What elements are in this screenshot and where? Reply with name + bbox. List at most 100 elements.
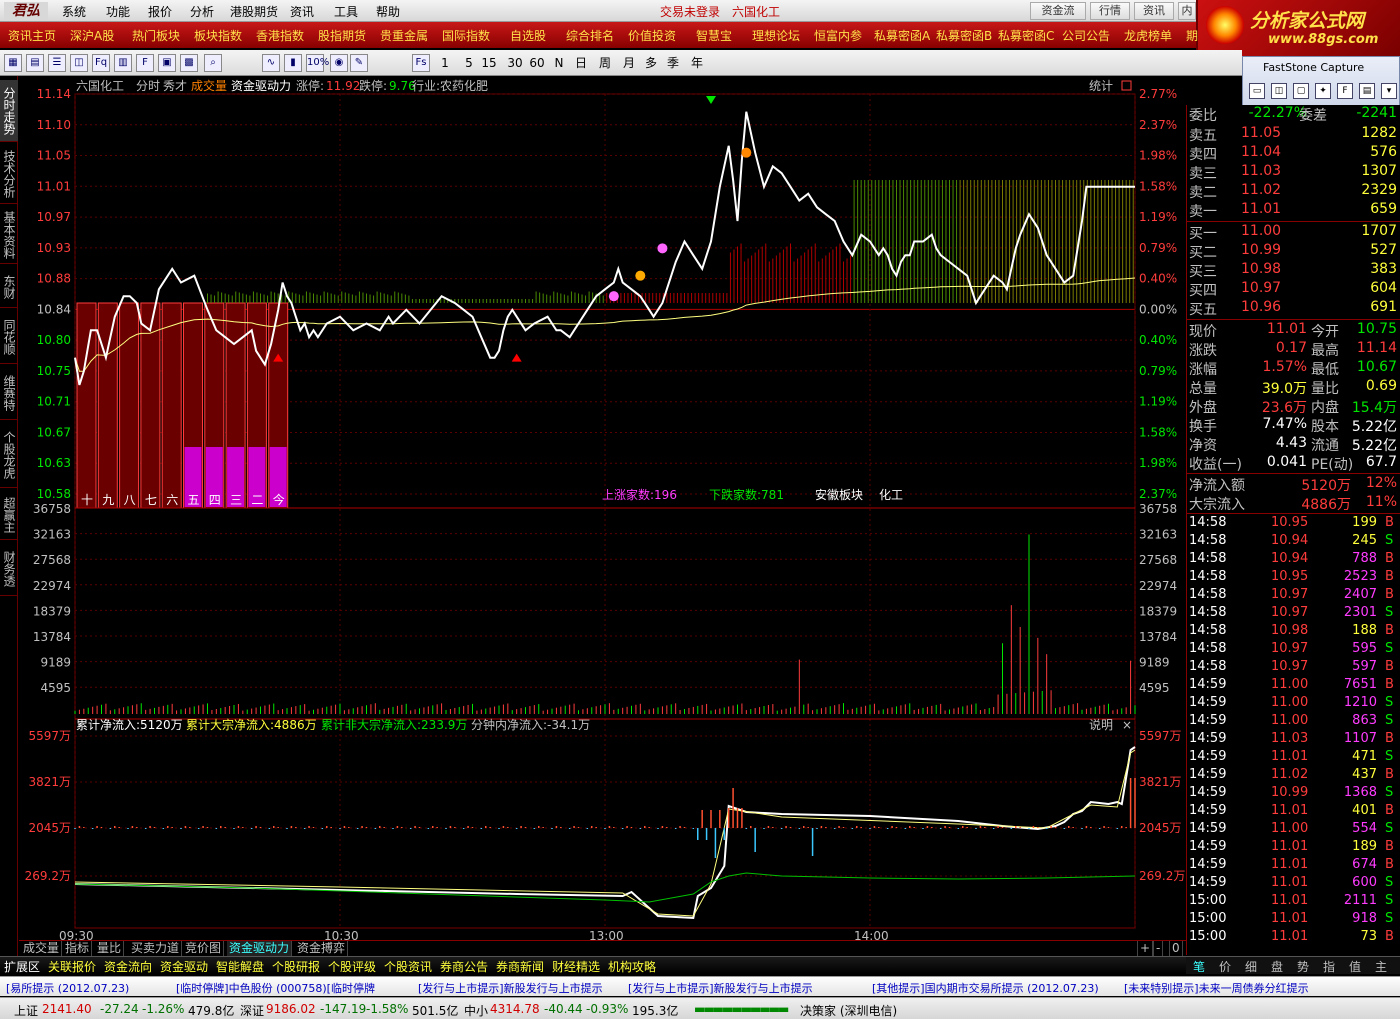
tab-market[interactable]: 行情: [1090, 2, 1130, 20]
side-tab[interactable]: 超赢主力: [0, 490, 18, 540]
indicator-tab[interactable]: 竞价图: [183, 941, 225, 957]
menu-system[interactable]: 系统: [62, 3, 86, 20]
tab-inner[interactable]: 内: [1178, 2, 1196, 20]
fq-icon[interactable]: Fq: [92, 54, 110, 72]
menu-analysis[interactable]: 分析: [190, 3, 214, 20]
news-item[interactable]: [未来特别提示]未来一周债券分红提示: [1124, 980, 1309, 996]
multi-icon[interactable]: ▩: [180, 54, 198, 72]
nav-item[interactable]: 自选股: [510, 27, 546, 44]
ext-tab[interactable]: 券商公告: [440, 958, 488, 975]
period-2[interactable]: 15: [480, 54, 498, 72]
close-icon[interactable]: ×: [1122, 718, 1132, 732]
pen-icon[interactable]: ✎: [350, 54, 368, 72]
fs-button[interactable]: Fs: [412, 54, 430, 72]
menu-function[interactable]: 功能: [106, 3, 130, 20]
nav-item[interactable]: 期: [1186, 27, 1198, 44]
indicator-tab[interactable]: 指标: [63, 941, 93, 957]
side-tab[interactable]: 东财10: [0, 266, 18, 308]
ext-tab[interactable]: 关联报价: [48, 958, 96, 975]
side-tab[interactable]: 分时走势: [0, 80, 18, 142]
period-6[interactable]: 日: [572, 54, 590, 72]
kline-icon[interactable]: ▮: [284, 54, 302, 72]
tab-fund-flow[interactable]: 资金流: [1030, 2, 1086, 20]
reset-button[interactable]: 0: [1169, 941, 1183, 957]
ext-tab[interactable]: 资金驱动: [160, 958, 208, 975]
nav-item[interactable]: 智慧宝: [696, 27, 732, 44]
menu-help[interactable]: 帮助: [376, 3, 400, 20]
nav-item[interactable]: 价值投资: [628, 27, 676, 44]
capture-rect-icon[interactable]: ▢: [1293, 83, 1309, 99]
menu-news[interactable]: 资讯: [290, 3, 314, 20]
capture-settings-icon[interactable]: ▾: [1381, 83, 1397, 99]
side-tab[interactable]: 基本资料: [0, 206, 18, 264]
ext-tab[interactable]: 扩展区: [4, 958, 40, 975]
nav-item[interactable]: 龙虎榜单: [1124, 27, 1172, 44]
side-tab[interactable]: 技术分析: [0, 144, 18, 204]
capture-fullscreen-icon[interactable]: F: [1337, 83, 1353, 99]
layout-icon[interactable]: ▣: [158, 54, 176, 72]
nav-item[interactable]: 公司公告: [1062, 27, 1110, 44]
ext-tab[interactable]: 个股研报: [272, 958, 320, 975]
nav-item[interactable]: 贵重金属: [380, 27, 428, 44]
nav-item[interactable]: 私募密函B: [936, 27, 992, 44]
flow-header-desc[interactable]: 说明: [1089, 717, 1113, 732]
period-9[interactable]: 多: [642, 54, 660, 72]
news-item[interactable]: [其他提示]国内期市交易所提示 (2012.07.23): [872, 980, 1099, 996]
nav-item[interactable]: 国际指数: [442, 27, 490, 44]
period-11[interactable]: 年: [688, 54, 706, 72]
maximize-icon[interactable]: [1121, 80, 1132, 91]
nav-item[interactable]: 恒富内参: [814, 27, 862, 44]
period-1[interactable]: 5: [460, 54, 478, 72]
menu-tools[interactable]: 工具: [334, 3, 358, 20]
period-8[interactable]: 月: [620, 54, 638, 72]
period-4[interactable]: 60: [528, 54, 546, 72]
ext-tab[interactable]: 个股资讯: [384, 958, 432, 975]
right-tab[interactable]: 笔: [1186, 958, 1212, 975]
zoom-out-button[interactable]: -: [1153, 941, 1164, 957]
period-0[interactable]: 1: [436, 54, 454, 72]
period-5[interactable]: N: [550, 54, 568, 72]
nav-item[interactable]: 深沪A股: [70, 27, 114, 44]
capture-scroll-icon[interactable]: ▤: [1359, 83, 1375, 99]
menu-quote[interactable]: 报价: [148, 3, 172, 20]
zoom-icon[interactable]: ⌕: [204, 54, 222, 72]
indicator-tab[interactable]: 量比: [95, 941, 125, 957]
side-tab[interactable]: 财务透视: [0, 542, 18, 596]
nav-item[interactable]: 私募密函C: [998, 27, 1054, 44]
indicator-tab[interactable]: 资金驱动力: [227, 941, 293, 957]
period-3[interactable]: 30: [506, 54, 524, 72]
ext-tab[interactable]: 资金流向: [104, 958, 152, 975]
header-stat[interactable]: 统计: [1089, 79, 1113, 93]
right-tab[interactable]: 势: [1290, 958, 1316, 975]
nav-item[interactable]: 板块指数: [194, 27, 242, 44]
period-10[interactable]: 季: [664, 54, 682, 72]
news-item[interactable]: [易所提示 (2012.07.23): [6, 980, 129, 996]
side-tab[interactable]: 同花顺10: [0, 310, 18, 364]
right-tab[interactable]: 主: [1368, 958, 1394, 975]
capture-object-icon[interactable]: ◫: [1271, 83, 1287, 99]
news-item[interactable]: [发行与上市提示]新股发行与上市提示: [628, 980, 813, 996]
pct-icon[interactable]: 10%: [306, 54, 329, 72]
nav-item[interactable]: 理想论坛: [752, 27, 800, 44]
zoom-in-button[interactable]: +: [1137, 941, 1154, 957]
ext-tab[interactable]: 财经精选: [552, 958, 600, 975]
period-7[interactable]: 周: [596, 54, 614, 72]
tab-news[interactable]: 资讯: [1134, 2, 1174, 20]
indicator-tab[interactable]: 买卖力道: [129, 941, 183, 957]
right-tab[interactable]: 细: [1238, 958, 1264, 975]
nav-item[interactable]: 股指期货: [318, 27, 366, 44]
ext-tab[interactable]: 机构攻略: [608, 958, 656, 975]
indicator-icon[interactable]: ◉: [330, 54, 348, 72]
indicator-tab[interactable]: 资金搏弈: [295, 941, 349, 957]
right-tab[interactable]: 指: [1316, 958, 1342, 975]
grid-icon[interactable]: ▦: [4, 54, 22, 72]
nav-item[interactable]: 热门板块: [132, 27, 180, 44]
f10-icon[interactable]: F: [136, 54, 154, 72]
nav-item[interactable]: 资讯主页: [8, 27, 56, 44]
capture-window-icon[interactable]: ▭: [1249, 83, 1265, 99]
table-icon[interactable]: ▤: [26, 54, 44, 72]
ext-tab[interactable]: 个股评级: [328, 958, 376, 975]
nav-item[interactable]: 综合排名: [566, 27, 614, 44]
window-icon[interactable]: ◫: [70, 54, 88, 72]
news-item[interactable]: [发行与上市提示]新股发行与上市提示: [418, 980, 603, 996]
